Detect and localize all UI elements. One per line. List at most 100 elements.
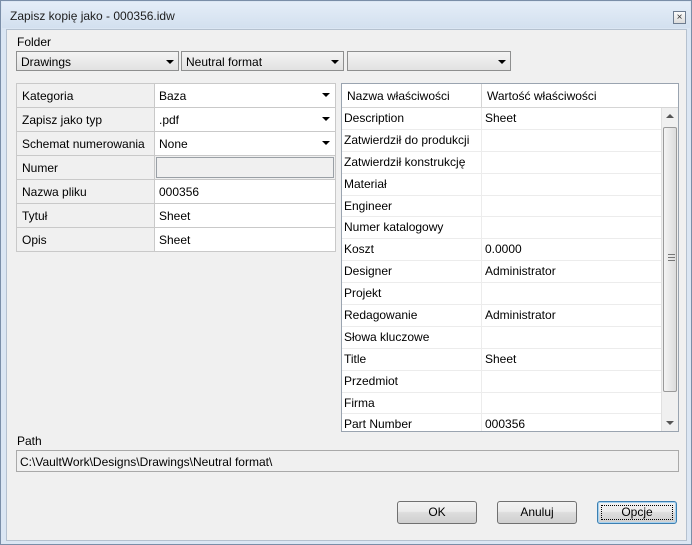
table-row[interactable]: Redagowanie Administrator <box>342 305 661 327</box>
property-name: Projekt <box>342 283 482 305</box>
property-value[interactable] <box>482 283 661 304</box>
chevron-down-icon <box>322 141 330 145</box>
table-row[interactable]: Engineer <box>342 195 661 218</box>
dialog-body: Folder Drawings Neutral format Kategoria… <box>6 29 687 541</box>
table-row[interactable]: Materiał <box>342 173 661 196</box>
save-copy-dialog: Zapisz kopię jako - 000356.idw × Folder … <box>0 0 692 545</box>
property-value[interactable]: Sheet <box>482 108 661 129</box>
property-name: Description <box>342 108 482 129</box>
settings-row-filename: Nazwa pliku 000356 <box>16 180 336 204</box>
number-field <box>155 156 336 179</box>
scrollbar-thumb[interactable] <box>663 127 677 392</box>
settings-grid: Kategoria Baza Zapisz jako typ .pdf Sche… <box>16 83 336 252</box>
column-header-value[interactable]: Wartość właściwości <box>482 84 597 107</box>
property-name: Koszt <box>342 239 482 261</box>
table-row[interactable]: Zatwierdził do produkcji <box>342 129 661 152</box>
property-name: Zatwierdził do produkcji <box>342 129 482 151</box>
number-field-box <box>156 157 334 178</box>
property-value[interactable]: 0.0000 <box>482 239 661 260</box>
settings-row-category: Kategoria Baza <box>16 84 336 108</box>
path-label: Path <box>17 434 42 448</box>
table-row[interactable]: Koszt 0.0000 <box>342 239 661 262</box>
property-name: Numer katalogowy <box>342 217 482 239</box>
category-dropdown[interactable]: Baza <box>155 84 336 107</box>
settings-key: Nazwa pliku <box>16 180 155 203</box>
chevron-down-icon <box>322 93 330 97</box>
vertical-scrollbar[interactable] <box>661 108 678 431</box>
property-value[interactable] <box>482 174 661 195</box>
property-name: Title <box>342 348 482 370</box>
path-field: C:\VaultWork\Designs\Drawings\Neutral fo… <box>16 450 679 472</box>
chevron-down-icon <box>498 60 506 64</box>
property-value[interactable]: Sheet <box>482 349 661 370</box>
folder-combo-2[interactable]: Neutral format <box>181 51 344 71</box>
property-name: Przedmiot <box>342 370 482 392</box>
settings-key: Opis <box>16 228 155 251</box>
table-row[interactable]: Designer Administrator <box>342 261 661 284</box>
description-value: Sheet <box>159 233 191 247</box>
cancel-button[interactable]: Anuluj <box>497 501 577 524</box>
property-name: Redagowanie <box>342 305 482 326</box>
ok-button[interactable]: OK <box>397 501 477 524</box>
property-value[interactable] <box>482 393 661 414</box>
chevron-down-icon <box>322 117 330 121</box>
property-value[interactable] <box>482 152 661 173</box>
property-name: Słowa kluczowe <box>342 326 482 348</box>
property-value[interactable] <box>482 371 661 392</box>
folder-combo-1-value: Drawings <box>21 55 72 69</box>
settings-key: Numer <box>16 156 155 179</box>
table-row[interactable]: Description Sheet <box>342 108 661 130</box>
settings-row-number: Numer <box>16 156 336 180</box>
settings-row-title: Tytuł Sheet <box>16 204 336 228</box>
table-row[interactable]: Firma <box>342 392 661 415</box>
settings-key: Schemat numerowania <box>16 132 155 155</box>
table-row[interactable]: Title Sheet <box>342 348 661 371</box>
category-value: Baza <box>159 89 187 103</box>
numbering-scheme-dropdown[interactable]: None <box>155 132 336 155</box>
property-value[interactable] <box>482 130 661 151</box>
chevron-down-icon <box>331 60 339 64</box>
table-row[interactable]: Słowa kluczowe <box>342 326 661 349</box>
property-name: Designer <box>342 261 482 283</box>
close-button[interactable]: × <box>673 11 686 24</box>
table-row[interactable]: Zatwierdził konstrukcję <box>342 151 661 174</box>
scroll-up-icon[interactable] <box>666 114 674 118</box>
description-field[interactable]: Sheet <box>155 228 336 251</box>
property-value[interactable]: Administrator <box>482 305 661 326</box>
property-name: Engineer <box>342 195 482 217</box>
property-value[interactable]: 000356 <box>482 414 661 431</box>
settings-key: Tytuł <box>16 204 155 227</box>
scroll-down-icon[interactable] <box>666 421 674 425</box>
title-value: Sheet <box>159 209 191 223</box>
save-as-type-dropdown[interactable]: .pdf <box>155 108 336 131</box>
filename-field[interactable]: 000356 <box>155 180 336 203</box>
property-name: Zatwierdził konstrukcję <box>342 151 482 173</box>
settings-key: Kategoria <box>16 84 155 107</box>
column-header-name[interactable]: Nazwa właściwości <box>342 84 482 107</box>
table-row[interactable]: Numer katalogowy <box>342 217 661 240</box>
folder-combo-3[interactable] <box>347 51 511 71</box>
property-name: Part Number <box>342 414 482 431</box>
folder-combo-2-value: Neutral format <box>186 55 263 69</box>
title-bar: Zapisz kopię jako - 000356.idw × <box>2 2 690 28</box>
table-row[interactable]: Projekt <box>342 283 661 306</box>
property-value[interactable]: Administrator <box>482 261 661 282</box>
title-field[interactable]: Sheet <box>155 204 336 227</box>
property-value[interactable] <box>482 217 661 238</box>
property-value[interactable] <box>482 196 661 217</box>
table-row[interactable]: Przedmiot <box>342 370 661 393</box>
focus-rect <box>601 505 673 520</box>
numbering-scheme-value: None <box>159 137 188 151</box>
window-title: Zapisz kopię jako - 000356.idw <box>10 9 175 23</box>
save-as-type-value: .pdf <box>159 113 180 127</box>
folder-combo-1[interactable]: Drawings <box>16 51 179 71</box>
options-button[interactable]: Opcje <box>597 501 677 524</box>
property-name: Firma <box>342 392 482 414</box>
path-value: C:\VaultWork\Designs\Drawings\Neutral fo… <box>20 455 273 469</box>
properties-table: Nazwa właściwości Wartość właściwości De… <box>341 83 679 432</box>
property-value[interactable] <box>482 327 661 348</box>
settings-row-save-type: Zapisz jako typ .pdf <box>16 108 336 132</box>
table-row[interactable]: Part Number 000356 <box>342 414 661 431</box>
folder-label: Folder <box>17 35 52 49</box>
settings-row-description: Opis Sheet <box>16 228 336 252</box>
